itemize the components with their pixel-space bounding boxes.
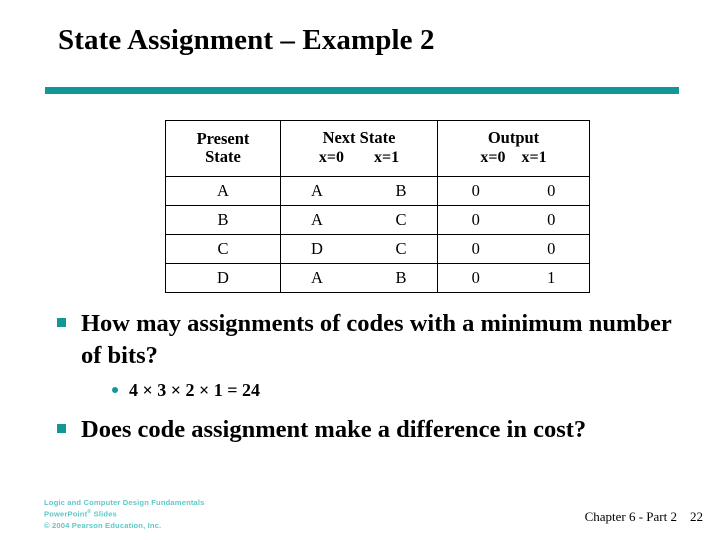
chapter-label: Chapter 6 - Part 2 [584,509,677,524]
publisher-logo-line2: PowerPoint® Slides [44,508,205,520]
cell-next-state-x1: C [395,239,407,258]
header-present-state-line1: Present [196,128,250,148]
cell-output-x0: 0 [471,268,480,287]
cell-next-state-x1: C [395,210,407,229]
cell-present-state: B [165,205,281,235]
slide-canvas: State Assignment – Example 2 Present Sta… [0,0,720,540]
publisher-logo-line2-main: PowerPoint [44,509,88,519]
bullet-item-1: How may assignments of codes with a mini… [57,308,682,372]
table-row: A A B 0 0 [165,176,590,206]
cell-next-state: D C [280,234,438,264]
header-output-title: Output [487,128,540,148]
header-output-x0: x=0 [480,148,506,166]
cell-output-x1: 1 [547,268,556,287]
publisher-logo-line2-tail: Slides [91,509,117,519]
header-next-state-x0: x=0 [318,148,344,166]
state-transition-table: Present State Next State x=0 x=1 Output … [165,120,590,293]
cell-next-state-x1: B [395,181,407,200]
cell-next-state: A C [280,205,438,235]
cell-output-x0: 0 [471,239,480,258]
table-row: D A B 0 1 [165,263,590,293]
footer-right: Chapter 6 - Part 2 22 [585,509,703,525]
publisher-logo: Logic and Computer Design Fundamentals P… [44,497,205,532]
publisher-logo-line3: © 2004 Pearson Education, Inc. [44,521,162,531]
bullet-item-1-sub-label: 4 × 3 × 2 × 1 = 24 [129,380,261,400]
publisher-logo-line1: Logic and Computer Design Fundamentals [44,498,205,507]
cell-output: 0 1 [437,263,590,293]
cell-present-state: C [165,234,281,264]
header-next-state: Next State x=0 x=1 [280,120,438,177]
header-output-x1: x=1 [521,148,547,166]
square-bullet-icon [57,424,66,433]
cell-next-state-x0: A [311,210,323,229]
cell-present-state: D [165,263,281,293]
bullet-item-2-label: Does code assignment make a difference i… [81,416,587,443]
cell-present-state: A [165,176,281,206]
page-title: State Assignment – Example 2 [58,24,435,56]
cell-next-state-x0: A [311,268,323,287]
header-present-state-line2: State [205,147,241,166]
bullet-item-1-sub: 4 × 3 × 2 × 1 = 24 [112,379,632,402]
cell-output-x1: 0 [547,239,556,258]
cell-output: 0 0 [437,176,590,206]
cell-output-x1: 0 [547,181,556,200]
cell-next-state: A B [280,176,438,206]
cell-next-state-x0: A [311,181,323,200]
bullet-item-2: Does code assignment make a difference i… [57,414,682,446]
header-next-state-x1: x=1 [374,148,400,166]
header-output-inputs: x=0 x=1 [438,149,589,167]
header-next-state-inputs: x=0 x=1 [281,149,437,167]
table-row: B A C 0 0 [165,205,590,235]
square-bullet-icon [57,318,66,327]
round-bullet-icon [112,387,118,393]
slide-number: 22 [690,509,703,524]
cell-next-state: A B [280,263,438,293]
header-output: Output x=0 x=1 [437,120,590,177]
title-underline-rule [45,87,679,94]
cell-output-x0: 0 [471,210,480,229]
cell-output-x1: 0 [547,210,556,229]
cell-output-x0: 0 [471,181,480,200]
header-next-state-title: Next State [322,128,396,148]
cell-next-state-x1: B [395,268,407,287]
cell-next-state-x0: D [311,239,323,258]
header-present-state: Present State [165,120,281,177]
bullet-item-1-label: How may assignments of codes with a mini… [81,310,672,369]
table-row: C D C 0 0 [165,234,590,264]
cell-output: 0 0 [437,234,590,264]
table-header-row: Present State Next State x=0 x=1 Output … [165,120,590,177]
cell-output: 0 0 [437,205,590,235]
